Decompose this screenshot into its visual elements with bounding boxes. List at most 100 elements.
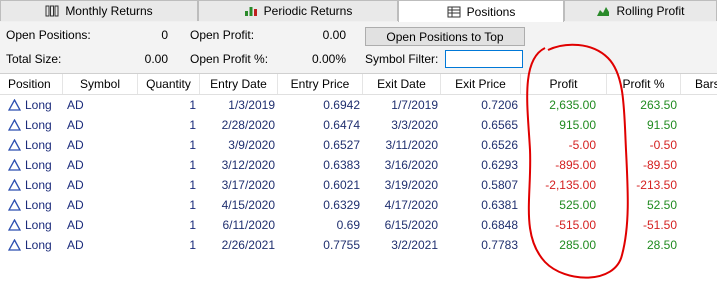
- profit-pct-cell: 28.50: [646, 238, 677, 252]
- profit-pct-cell: -89.50: [642, 158, 677, 172]
- position-cell: Long: [8, 115, 64, 135]
- column-header-exit-price[interactable]: Exit Price: [441, 74, 521, 94]
- entry-price-cell: 0.6329: [323, 198, 360, 212]
- long-triangle-icon: [8, 199, 21, 211]
- positions-icon: [447, 6, 461, 18]
- profit-pct-cell: 91.50: [646, 118, 677, 132]
- column-header-entry-price[interactable]: Entry Price: [278, 74, 363, 94]
- quantity-cell: 1: [189, 218, 196, 232]
- entry-price-cell: 0.6942: [323, 98, 360, 112]
- position-cell: Long: [8, 95, 64, 115]
- column-header-bars[interactable]: Bars: [681, 74, 717, 94]
- symbol-cell: AD: [67, 158, 84, 172]
- profit-pct-cell: 52.50: [646, 198, 677, 212]
- column-header-profit[interactable]: Profit: [521, 74, 607, 94]
- exit-price-cell: 0.6526: [481, 138, 518, 152]
- entry-price-cell: 0.69: [336, 218, 360, 232]
- symbol-cell: AD: [67, 198, 84, 212]
- quantity-cell: 1: [189, 98, 196, 112]
- column-header-exit-date[interactable]: Exit Date: [363, 74, 441, 94]
- profit-pct-cell: 263.50: [640, 98, 677, 112]
- profit-cell: 285.00: [559, 238, 596, 252]
- profit-cell: -895.00: [555, 158, 596, 172]
- column-header-quantity[interactable]: Quantity: [138, 74, 200, 94]
- symbol-cell: AD: [67, 138, 84, 152]
- profit-pct-cell: -0.50: [649, 138, 677, 152]
- button-label: Open Positions to Top: [386, 29, 504, 44]
- long-triangle-icon: [8, 159, 21, 171]
- exit-date-cell: 3/11/2020: [385, 138, 439, 152]
- exit-date-cell: 4/17/2020: [384, 198, 438, 212]
- entry-date-cell: 6/11/2020: [222, 218, 276, 232]
- periodic-returns-icon: [244, 5, 258, 17]
- position-cell: Long: [8, 155, 64, 175]
- position-cell: Long: [8, 135, 64, 155]
- entry-date-cell: 3/9/2020: [228, 138, 275, 152]
- profit-cell: -2,135.00: [545, 178, 596, 192]
- table-row[interactable]: Long AD 1 3/17/2020 0.6021 3/19/2020 0.5…: [0, 175, 717, 195]
- monthly-returns-icon: [45, 5, 59, 17]
- column-header-position[interactable]: Position: [0, 74, 63, 94]
- quantity-cell: 1: [189, 198, 196, 212]
- symbol-filter-label: Symbol Filter:: [365, 52, 439, 66]
- position-cell: Long: [8, 235, 64, 255]
- entry-date-cell: 2/28/2020: [221, 118, 275, 132]
- exit-price-cell: 0.7783: [481, 238, 518, 252]
- tab-bar: Monthly Returns Periodic Returns Positio…: [0, 0, 717, 23]
- table-row[interactable]: Long AD 1 2/28/2020 0.6474 3/3/2020 0.65…: [0, 115, 717, 135]
- quantity-cell: 1: [189, 178, 196, 192]
- position-label: Long: [25, 238, 52, 252]
- exit-date-cell: 6/15/2020: [384, 218, 438, 232]
- profit-pct-cell: -213.50: [636, 178, 677, 192]
- entry-price-cell: 0.6527: [323, 138, 360, 152]
- entry-date-cell: 2/26/2021: [221, 238, 275, 252]
- table-row[interactable]: Long AD 1 4/15/2020 0.6329 4/17/2020 0.6…: [0, 195, 717, 215]
- long-triangle-icon: [8, 99, 21, 111]
- tab-positions[interactable]: Positions: [398, 0, 564, 23]
- position-label: Long: [25, 218, 52, 232]
- symbol-cell: AD: [67, 178, 84, 192]
- table-row[interactable]: Long AD 1 3/12/2020 0.6383 3/16/2020 0.6…: [0, 155, 717, 175]
- long-triangle-icon: [8, 179, 21, 191]
- symbol-cell: AD: [67, 98, 84, 112]
- open-profit-pct-value: 0.00%: [311, 52, 346, 66]
- entry-price-cell: 0.7755: [323, 238, 360, 252]
- entry-date-cell: 4/15/2020: [221, 198, 275, 212]
- symbol-cell: AD: [67, 238, 84, 252]
- entry-date-cell: 3/17/2020: [221, 178, 275, 192]
- profit-cell: 2,635.00: [549, 98, 596, 112]
- tab-label: Periodic Returns: [263, 4, 353, 18]
- long-triangle-icon: [8, 119, 21, 131]
- tab-periodic-returns[interactable]: Periodic Returns: [198, 0, 398, 21]
- profit-cell: 525.00: [559, 198, 596, 212]
- total-size-label: Total Size:: [6, 52, 62, 66]
- exit-price-cell: 0.6565: [481, 118, 518, 132]
- table-row[interactable]: Long AD 1 1/3/2019 0.6942 1/7/2019 0.720…: [0, 95, 717, 115]
- column-header-profit-pct[interactable]: Profit %: [607, 74, 681, 94]
- symbol-filter-input[interactable]: [445, 50, 523, 68]
- exit-date-cell: 3/19/2020: [384, 178, 438, 192]
- tab-monthly-returns[interactable]: Monthly Returns: [0, 0, 198, 21]
- position-cell: Long: [8, 175, 64, 195]
- position-label: Long: [25, 158, 52, 172]
- open-positions-value: 0: [161, 28, 168, 42]
- table-row[interactable]: Long AD 1 6/11/2020 0.69 6/15/2020 0.684…: [0, 215, 717, 235]
- exit-price-cell: 0.5807: [481, 178, 518, 192]
- total-size-value: 0.00: [144, 52, 168, 66]
- open-positions-to-top-button[interactable]: Open Positions to Top: [365, 27, 525, 46]
- position-label: Long: [25, 138, 52, 152]
- entry-date-cell: 3/12/2020: [221, 158, 275, 172]
- quantity-cell: 1: [189, 158, 196, 172]
- entry-date-cell: 1/3/2019: [228, 98, 275, 112]
- tab-rolling-profit[interactable]: Rolling Profit: [564, 0, 717, 21]
- position-label: Long: [25, 98, 52, 112]
- rolling-profit-icon: [596, 5, 610, 17]
- column-header-symbol[interactable]: Symbol: [63, 74, 138, 94]
- column-header-entry-date[interactable]: Entry Date: [200, 74, 278, 94]
- table-row[interactable]: Long AD 1 3/9/2020 0.6527 3/11/2020 0.65…: [0, 135, 717, 155]
- profit-cell: 915.00: [559, 118, 596, 132]
- open-profit-pct-label: Open Profit %:: [190, 52, 269, 66]
- exit-date-cell: 1/7/2019: [391, 98, 438, 112]
- symbol-cell: AD: [67, 118, 84, 132]
- table-row[interactable]: Long AD 1 2/26/2021 0.7755 3/2/2021 0.77…: [0, 235, 717, 255]
